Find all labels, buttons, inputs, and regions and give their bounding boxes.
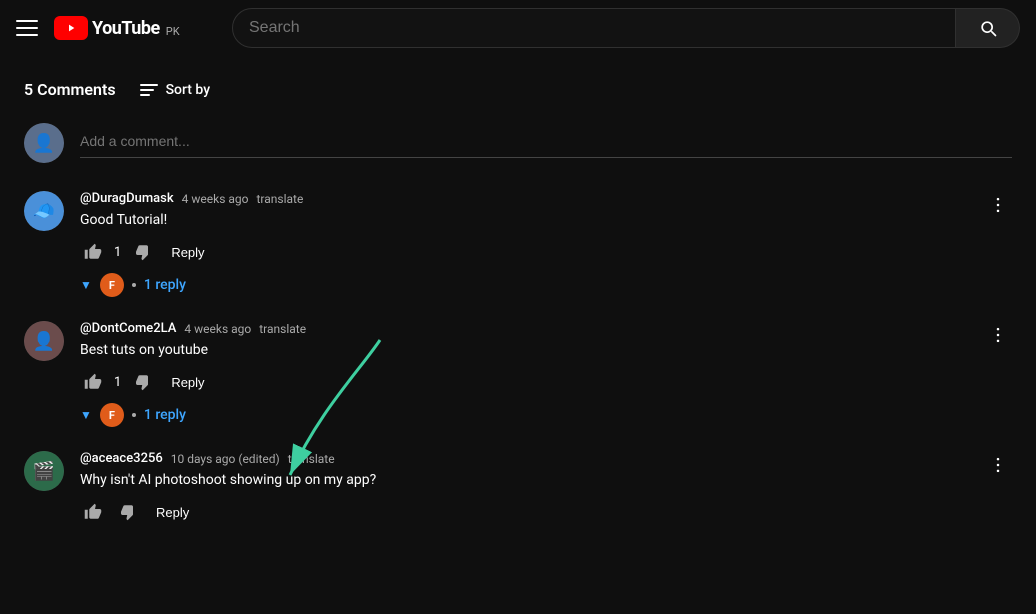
logo-country: PK: [166, 25, 180, 38]
like-button[interactable]: [80, 499, 106, 525]
youtube-logo[interactable]: YouTube PK: [54, 16, 180, 40]
comment-meta: @DuragDumask 4 weeks ago translate: [80, 191, 1012, 206]
thumbs-down-icon: [118, 503, 136, 521]
comment-text: Best tuts on youtube: [80, 340, 1012, 361]
sort-by-button[interactable]: Sort by: [140, 82, 211, 98]
add-comment-input[interactable]: [80, 129, 1012, 158]
more-options-button[interactable]: [984, 191, 1012, 222]
comment-time: 10 days ago (edited): [171, 452, 280, 466]
avatar: 👤: [24, 321, 64, 361]
like-count: 1: [114, 245, 121, 260]
expand-replies-button[interactable]: ▼: [80, 408, 92, 422]
more-vert-icon: [988, 455, 1008, 475]
dislike-button[interactable]: [129, 369, 155, 395]
comment-author: @aceace3256: [80, 451, 163, 466]
search-button[interactable]: [956, 8, 1020, 48]
like-count: 1: [114, 375, 121, 390]
table-row: 👤 @DontCome2LA 4 weeks ago translate Bes…: [24, 321, 1012, 427]
comment-body: @aceace3256 10 days ago (edited) transla…: [80, 451, 1012, 525]
thumbs-up-icon: [84, 373, 102, 391]
reply-button[interactable]: Reply: [163, 241, 212, 264]
current-user-avatar-img: 👤: [24, 123, 64, 163]
avatar: 🧢: [24, 191, 64, 231]
chevron-down-icon: ▼: [80, 278, 92, 292]
more-vert-icon: [988, 195, 1008, 215]
thumbs-down-icon: [133, 373, 151, 391]
header: YouTube PK: [0, 0, 1036, 56]
hamburger-menu[interactable]: [16, 20, 38, 36]
comment-time: 4 weeks ago: [184, 322, 251, 336]
comment-actions: 1 Reply: [80, 369, 1012, 395]
comment-author: @DuragDumask: [80, 191, 174, 206]
comment-body: @DontCome2LA 4 weeks ago translate Best …: [80, 321, 1012, 427]
comment-meta: @DontCome2LA 4 weeks ago translate: [80, 321, 1012, 336]
expand-replies-button[interactable]: ▼: [80, 278, 92, 292]
comment-avatar-img: 🧢: [24, 191, 64, 231]
search-input[interactable]: [249, 19, 939, 37]
comment-avatar-img: 👤: [24, 321, 64, 361]
table-row: 🧢 @DuragDumask 4 weeks ago translate Goo…: [24, 191, 1012, 297]
dislike-button[interactable]: [129, 239, 155, 265]
replies-row: ▼ F 1 reply: [80, 273, 1012, 297]
avatar: 🎬: [24, 451, 64, 491]
comment-text: Why isn't AI photoshoot showing up on my…: [80, 470, 1012, 491]
more-options-button[interactable]: [984, 321, 1012, 352]
sort-icon: [140, 84, 158, 96]
reply-button[interactable]: Reply: [148, 501, 197, 524]
current-user-avatar: 👤: [24, 123, 64, 163]
comment-actions: Reply: [80, 499, 1012, 525]
comment-actions: 1 Reply: [80, 239, 1012, 265]
comments-count: 5 Comments: [24, 80, 116, 99]
youtube-icon: [54, 16, 88, 40]
more-vert-icon: [988, 325, 1008, 345]
like-button[interactable]: [80, 239, 106, 265]
youtube-play-icon: [63, 20, 79, 36]
logo-text: YouTube: [92, 18, 160, 39]
comment-meta: @aceace3256 10 days ago (edited) transla…: [80, 451, 1012, 466]
comment-translate[interactable]: translate: [259, 322, 306, 336]
comments-header: 5 Comments Sort by: [24, 80, 1012, 99]
comment-author: @DontCome2LA: [80, 321, 176, 336]
thumbs-down-icon: [133, 243, 151, 261]
thumbs-up-icon: [84, 243, 102, 261]
reply-avatar-small: F: [100, 273, 124, 297]
dot-separator: [132, 283, 136, 287]
search-input-wrap: [232, 8, 956, 48]
search-bar: [232, 8, 1020, 48]
thumbs-up-icon: [84, 503, 102, 521]
dislike-button[interactable]: [114, 499, 140, 525]
comment-translate[interactable]: translate: [256, 192, 303, 206]
search-icon: [978, 18, 998, 38]
comment-body: @DuragDumask 4 weeks ago translate Good …: [80, 191, 1012, 297]
comment-avatar-img: 🎬: [24, 451, 64, 491]
add-comment-row: 👤: [24, 123, 1012, 163]
dot-separator: [132, 413, 136, 417]
comment-text: Good Tutorial!: [80, 210, 1012, 231]
comment-time: 4 weeks ago: [182, 192, 249, 206]
replies-count-label[interactable]: 1 reply: [144, 407, 186, 423]
replies-count-label[interactable]: 1 reply: [144, 277, 186, 293]
comment-translate[interactable]: translate: [288, 452, 335, 466]
chevron-down-icon: ▼: [80, 408, 92, 422]
more-options-button[interactable]: [984, 451, 1012, 482]
sort-by-label: Sort by: [166, 82, 211, 98]
reply-avatar-small: F: [100, 403, 124, 427]
reply-button[interactable]: Reply: [163, 371, 212, 394]
replies-row: ▼ F 1 reply: [80, 403, 1012, 427]
header-left: YouTube PK: [16, 16, 216, 40]
like-button[interactable]: [80, 369, 106, 395]
main-content: 5 Comments Sort by 👤 🧢 @DuragDumask 4 we…: [0, 56, 1036, 525]
table-row: 🎬 @aceace3256 10 days ago (edited) trans…: [24, 451, 1012, 525]
